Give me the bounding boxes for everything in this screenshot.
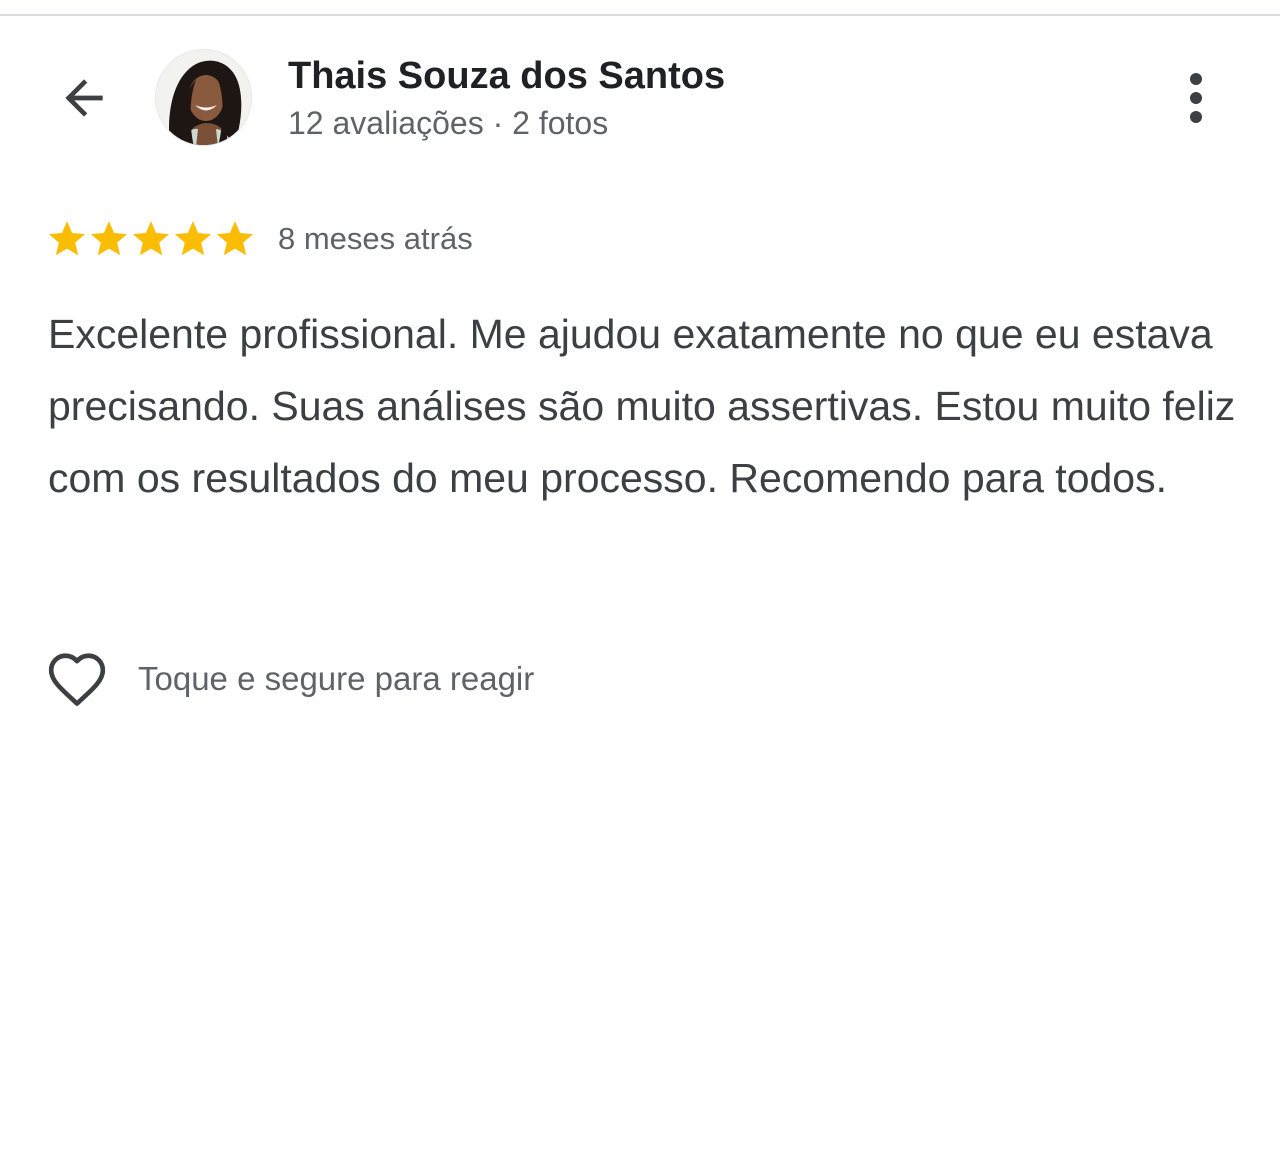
reviewer-name[interactable]: Thais Souza dos Santos bbox=[288, 54, 725, 98]
heart-outline-icon bbox=[48, 653, 106, 706]
avatar[interactable] bbox=[155, 49, 252, 146]
star-icon bbox=[216, 221, 254, 256]
more-vert-icon bbox=[1190, 73, 1202, 123]
star-rating bbox=[46, 218, 256, 260]
avatar-photo bbox=[156, 50, 251, 145]
star-icon bbox=[132, 221, 170, 256]
review-text: Excelente profissional. Me ajudou exatam… bbox=[48, 311, 1236, 501]
more-options-button[interactable] bbox=[1164, 66, 1228, 130]
star-icon bbox=[90, 221, 128, 256]
star-icon bbox=[48, 221, 86, 256]
top-divider bbox=[0, 14, 1280, 16]
reviewer-meta: 12 avaliações · 2 fotos bbox=[288, 105, 609, 141]
react-button[interactable]: Toque e segure para reagir bbox=[46, 648, 534, 710]
rating-row: 8 meses atrás bbox=[46, 216, 473, 262]
arrow-back-icon bbox=[65, 79, 103, 117]
react-label: Toque e segure para reagir bbox=[138, 660, 535, 697]
review-date: 8 meses atrás bbox=[278, 221, 473, 256]
back-button[interactable] bbox=[52, 66, 116, 130]
star-icon bbox=[174, 221, 212, 256]
